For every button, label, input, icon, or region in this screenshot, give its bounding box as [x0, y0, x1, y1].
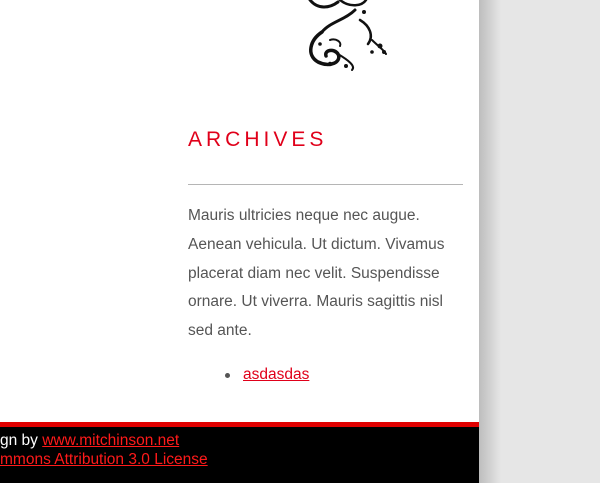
- license-link[interactable]: mmons Attribution 3.0 License: [0, 451, 208, 468]
- main-content-area: ARCHIVES Mauris ultricies neque nec augu…: [0, 0, 479, 422]
- footer-license-line: mmons Attribution 3.0 License: [0, 451, 208, 469]
- footer-design-prefix: gn by: [0, 432, 43, 449]
- archives-heading: ARCHIVES: [188, 128, 328, 151]
- archive-list: asdasdas: [188, 363, 463, 387]
- archive-link[interactable]: asdasdas: [243, 366, 309, 383]
- list-item: asdasdas: [188, 363, 463, 387]
- footer-credit-line: gn by www.mitchinson.net: [0, 432, 179, 450]
- decorative-swirl-icon: [308, 0, 387, 71]
- footer: gn by www.mitchinson.net mmons Attributi…: [0, 422, 479, 483]
- designer-link[interactable]: www.mitchinson.net: [42, 432, 179, 449]
- heading-divider: [188, 184, 463, 185]
- page: ARCHIVES Mauris ultricies neque nec augu…: [0, 0, 600, 483]
- page-edge-shadow: [479, 0, 501, 483]
- archives-description: Mauris ultricies neque nec augue. Aenean…: [188, 207, 445, 340]
- bullet-icon: [225, 373, 230, 378]
